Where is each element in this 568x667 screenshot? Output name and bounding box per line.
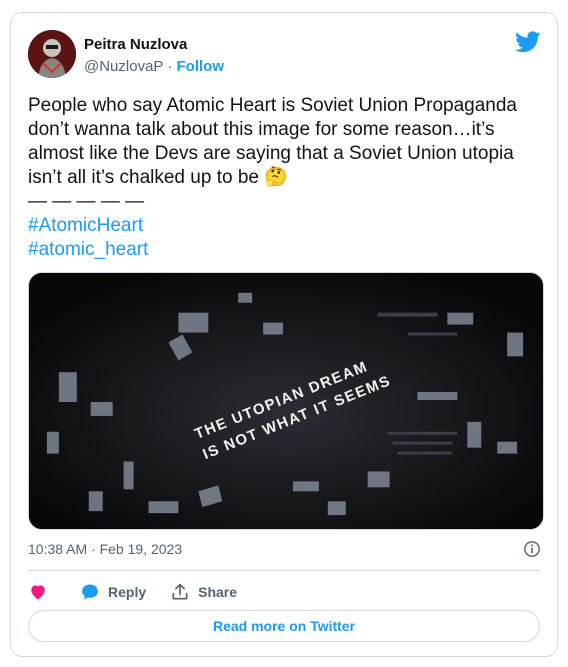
hashtag-atomic-heart[interactable]: #atomic_heart bbox=[28, 238, 548, 262]
tweet-card: Peitra Nuzlova @NuzlovaP · Follow People… bbox=[10, 12, 558, 657]
reply-button[interactable]: Reply bbox=[80, 582, 146, 602]
author-name[interactable]: Peitra Nuzlova bbox=[84, 36, 187, 53]
tweet-timestamp[interactable]: 10:38 AM · Feb 19, 2023 bbox=[28, 541, 182, 557]
tweet-body: People who say Atomic Heart is Soviet Un… bbox=[28, 95, 517, 188]
tweet-text-block: People who say Atomic Heart is Soviet Un… bbox=[28, 94, 548, 262]
divider bbox=[28, 570, 540, 571]
share-label: Share bbox=[198, 584, 238, 600]
tweet-image[interactable]: THE UTOPIAN DREAM IS NOT WHAT IT SEEMS bbox=[28, 272, 544, 530]
action-bar: Reply Share bbox=[28, 580, 261, 604]
author-handle-line: @NuzlovaP · Follow bbox=[84, 58, 224, 75]
separator: · bbox=[163, 58, 177, 75]
avatar[interactable] bbox=[28, 30, 76, 78]
dash-line: — — — — — bbox=[28, 191, 145, 212]
reply-bubble-icon bbox=[82, 584, 98, 600]
info-icon[interactable] bbox=[523, 540, 541, 558]
share-upload-icon bbox=[172, 583, 188, 600]
author-handle[interactable]: @NuzlovaP bbox=[84, 58, 163, 75]
twitter-bird-icon[interactable] bbox=[515, 31, 541, 53]
follow-button[interactable]: Follow bbox=[177, 58, 225, 75]
read-more-button[interactable]: Read more on Twitter bbox=[28, 610, 540, 642]
reply-label: Reply bbox=[108, 584, 147, 600]
heart-icon bbox=[31, 585, 45, 600]
hashtag-atomicheart[interactable]: #AtomicHeart bbox=[28, 214, 548, 238]
like-button[interactable] bbox=[28, 582, 56, 602]
share-button[interactable]: Share bbox=[170, 582, 237, 602]
